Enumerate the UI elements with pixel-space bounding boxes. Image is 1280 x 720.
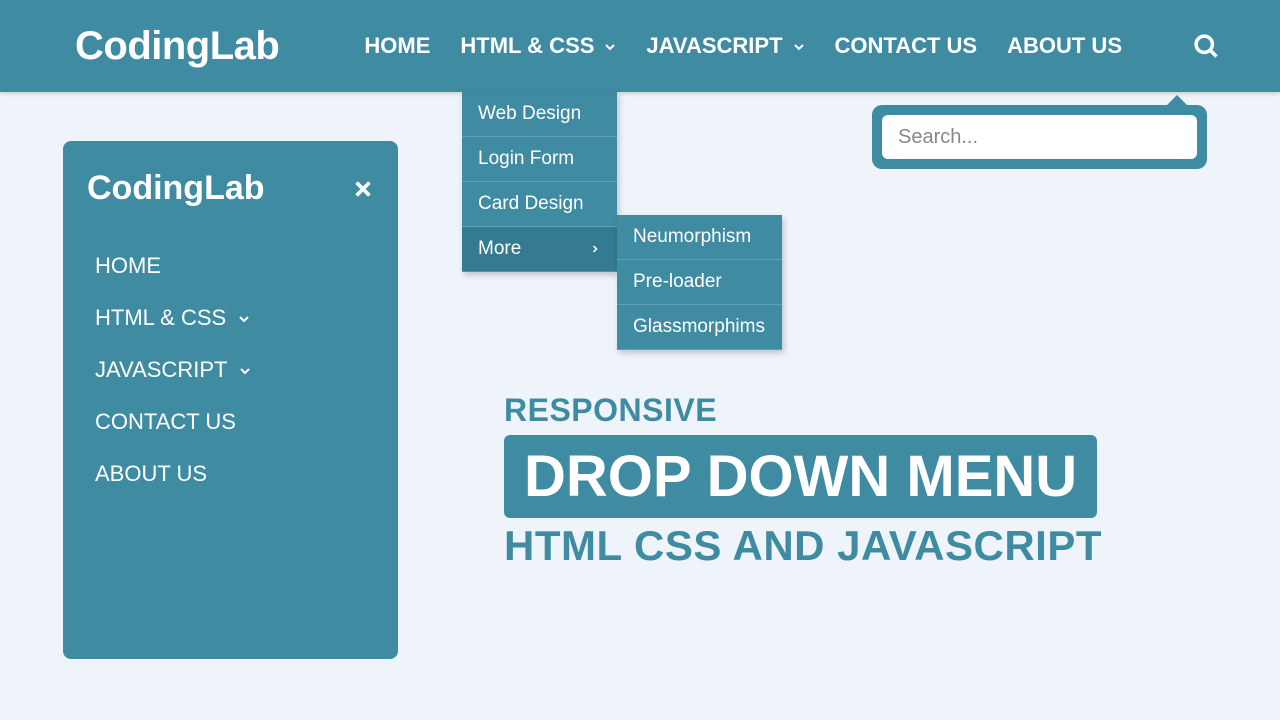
sidebar-label: CONTACT US (95, 409, 236, 435)
dropdown-item-glassmorphims[interactable]: Glassmorphims (617, 305, 782, 350)
hero-title: DROP DOWN MENU (504, 435, 1097, 518)
nav-htmlcss-label: HTML & CSS (460, 33, 594, 59)
sidebar-item-home[interactable]: HOME (87, 240, 374, 292)
dropdown-item-preloader[interactable]: Pre-loader (617, 260, 782, 305)
nav-contact[interactable]: CONTACT US (835, 33, 978, 59)
dropdown-item-more[interactable]: More (462, 227, 617, 272)
dropdown-item-webdesign[interactable]: Web Design (462, 92, 617, 137)
sidebar-item-htmlcss[interactable]: HTML & CSS (87, 292, 374, 344)
nav-links: HOME HTML & CSS JAVASCRIPT CONTACT US AB… (364, 32, 1220, 60)
sidebar-item-javascript[interactable]: JAVASCRIPT (87, 344, 374, 396)
chevron-right-icon (589, 243, 601, 255)
search-icon[interactable] (1192, 32, 1220, 60)
dropdown-more-submenu: Neumorphism Pre-loader Glassmorphims (617, 215, 782, 350)
dropdown-item-carddesign[interactable]: Card Design (462, 182, 617, 227)
sidebar-label: JAVASCRIPT (95, 357, 227, 383)
nav-about[interactable]: ABOUT US (1007, 33, 1122, 59)
nav-about-label: ABOUT US (1007, 33, 1122, 59)
chevron-down-icon (791, 39, 805, 53)
dropdown-item-neumorphism[interactable]: Neumorphism (617, 215, 782, 260)
dd-label: Web Design (478, 103, 581, 125)
brand-logo[interactable]: CodingLab (75, 24, 279, 69)
nav-javascript[interactable]: JAVASCRIPT (646, 33, 804, 59)
dropdown-htmlcss: Web Design Login Form Card Design More (462, 92, 617, 272)
sidebar-label: HOME (95, 253, 161, 279)
sidebar-label: ABOUT US (95, 461, 207, 487)
dropdown-item-loginform[interactable]: Login Form (462, 137, 617, 182)
chevron-down-icon (237, 363, 251, 377)
search-input[interactable] (882, 115, 1197, 159)
sidebar-item-contact[interactable]: CONTACT US (87, 396, 374, 448)
dd-label: Neumorphism (633, 226, 751, 248)
sidebar-label: HTML & CSS (95, 305, 226, 331)
sidebar-item-about[interactable]: ABOUT US (87, 448, 374, 500)
chevron-down-icon (602, 39, 616, 53)
sidebar-header: CodingLab (87, 169, 374, 208)
dd-label: Glassmorphims (633, 316, 765, 338)
dd-label: Login Form (478, 148, 574, 170)
nav-contact-label: CONTACT US (835, 33, 978, 59)
hero-subtitle: RESPONSIVE (504, 392, 1102, 429)
nav-javascript-label: JAVASCRIPT (646, 33, 782, 59)
top-navbar: CodingLab HOME HTML & CSS JAVASCRIPT CON… (0, 0, 1280, 92)
search-popover (872, 105, 1207, 169)
nav-home[interactable]: HOME (364, 33, 430, 59)
dd-label: Pre-loader (633, 271, 722, 293)
close-icon[interactable] (352, 178, 374, 200)
chevron-down-icon (236, 311, 250, 325)
nav-htmlcss[interactable]: HTML & CSS (460, 33, 616, 59)
nav-home-label: HOME (364, 33, 430, 59)
sidebar-brand: CodingLab (87, 169, 265, 208)
sidebar-panel: CodingLab HOME HTML & CSS JAVASCRIPT CON… (63, 141, 398, 659)
dd-label: More (478, 238, 521, 260)
hero-section: RESPONSIVE DROP DOWN MENU HTML CSS AND J… (504, 392, 1102, 570)
dd-label: Card Design (478, 193, 584, 215)
hero-footer: HTML CSS AND JAVASCRIPT (504, 522, 1102, 570)
